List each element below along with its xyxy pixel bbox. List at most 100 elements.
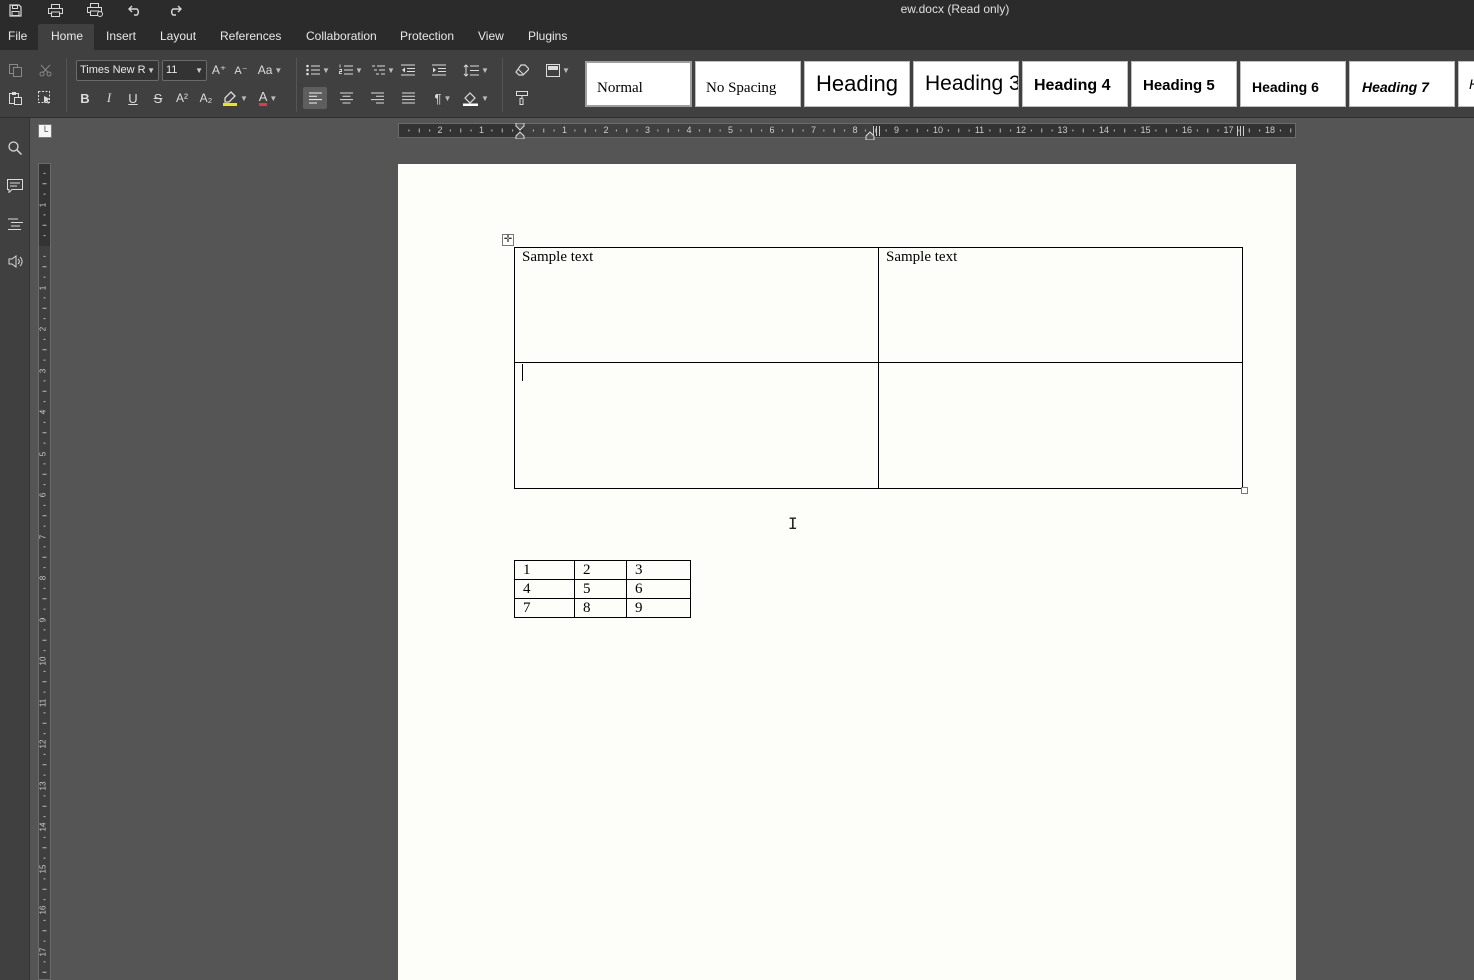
table-cell[interactable]: 6 xyxy=(626,579,691,599)
ruler-label: 12 xyxy=(38,739,48,749)
paint-bucket-icon xyxy=(463,91,479,106)
table-cell[interactable]: 4 xyxy=(514,579,575,599)
change-case-label: Aa xyxy=(257,63,273,77)
font-size-combo[interactable]: 11 ▼ xyxy=(162,60,207,81)
table-cell[interactable]: 7 xyxy=(514,598,575,618)
bold-button[interactable]: B xyxy=(73,87,97,109)
highlight-color-button[interactable]: ▼ xyxy=(220,87,250,109)
speaker-icon[interactable] xyxy=(3,250,27,272)
font-name-combo[interactable]: Times New R ▼ xyxy=(76,60,159,81)
menu-references[interactable]: References xyxy=(212,24,289,50)
table-move-handle[interactable]: ✛ xyxy=(502,234,514,246)
paragraph-marks-button[interactable]: ¶ ▼ xyxy=(428,87,458,109)
menu-collaboration[interactable]: Collaboration xyxy=(298,24,385,50)
table-cell[interactable]: 5 xyxy=(574,579,627,599)
menu-insert[interactable]: Insert xyxy=(98,24,144,50)
style-heading-3[interactable]: Heading 3 xyxy=(913,61,1019,107)
table-cell[interactable]: 9 xyxy=(626,598,691,618)
headings-icon[interactable] xyxy=(3,213,27,235)
cut-icon[interactable] xyxy=(33,59,57,81)
copy-style-button[interactable] xyxy=(510,87,534,109)
style-heading-7[interactable]: Heading 7 xyxy=(1349,61,1455,107)
menu-protection[interactable]: Protection xyxy=(392,24,462,50)
style-normal[interactable]: Normal xyxy=(585,61,692,107)
column-marker[interactable] xyxy=(873,126,882,136)
ruler-label: 5 xyxy=(38,451,48,456)
shrink-font-button[interactable]: A⁻ xyxy=(229,59,253,81)
sample-table[interactable]: Sample text Sample text xyxy=(514,247,1243,489)
table-cell[interactable]: Sample text xyxy=(514,247,879,363)
increase-indent-button[interactable] xyxy=(427,59,451,81)
first-line-indent-marker[interactable] xyxy=(515,122,525,140)
horizontal-ruler[interactable]: 2 1 1 2 3 4 5 6 7 8 9 10 11 12 13 14 15 16 17 18 xyxy=(398,122,1296,141)
menu-home[interactable]: Home xyxy=(38,24,94,50)
menu-file[interactable]: File xyxy=(0,24,35,50)
change-case-button[interactable]: Aa ▼ xyxy=(255,59,285,81)
ruler-label: 2 xyxy=(437,125,443,135)
ruler-label: 11 xyxy=(38,698,48,707)
table-resize-handle[interactable] xyxy=(1241,487,1248,494)
table-cell[interactable]: Sample text xyxy=(878,247,1243,363)
style-heading-4[interactable]: Heading 4 xyxy=(1022,61,1128,107)
font-color-button[interactable]: A ▼ xyxy=(253,87,283,109)
strikethrough-button[interactable]: S xyxy=(146,87,170,109)
menu-bar: File Home Insert Layout References Colla… xyxy=(0,20,1474,50)
align-right-button[interactable] xyxy=(365,87,389,109)
font-size-value: 11 xyxy=(166,64,178,76)
subscript-button[interactable]: A₂ xyxy=(194,87,218,109)
style-heading-8[interactable]: H xyxy=(1458,61,1474,107)
style-heading-6[interactable]: Heading 6 xyxy=(1240,61,1346,107)
underline-button[interactable]: U xyxy=(121,87,145,109)
color-scheme-button[interactable]: ▼ xyxy=(543,59,573,81)
table-row: Sample text Sample text xyxy=(514,247,1243,363)
superscript-button[interactable]: A² xyxy=(170,87,194,109)
align-center-button[interactable] xyxy=(334,87,358,109)
table-cell[interactable]: 2 xyxy=(574,560,627,580)
numbered-list-button[interactable]: ▼ xyxy=(336,59,366,81)
table-row: 1 2 3 xyxy=(514,560,691,580)
style-heading-5[interactable]: Heading 5 xyxy=(1131,61,1237,107)
style-heading-1[interactable]: Heading xyxy=(804,61,910,107)
search-icon[interactable] xyxy=(3,137,27,159)
ruler-label: 2 xyxy=(603,125,609,135)
justify-button[interactable] xyxy=(396,87,420,109)
style-no-spacing[interactable]: No Spacing xyxy=(695,61,801,107)
justify-icon xyxy=(401,92,415,104)
title-bar: ew.docx (Read only) xyxy=(0,0,1474,20)
increase-indent-icon xyxy=(432,64,446,76)
style-heading-1-label: Heading xyxy=(816,71,898,96)
multilevel-list-button[interactable]: ▼ xyxy=(368,59,398,81)
ruler-label: 5 xyxy=(727,125,733,135)
copy-icon[interactable] xyxy=(3,59,27,81)
menu-view[interactable]: View xyxy=(470,24,512,50)
format-painter-icon xyxy=(516,91,528,105)
table-cell[interactable] xyxy=(514,362,879,489)
menu-plugins[interactable]: Plugins xyxy=(520,24,575,50)
ruler-label: 2 xyxy=(38,326,48,332)
column-marker[interactable] xyxy=(1237,126,1246,136)
table-cell[interactable]: 3 xyxy=(626,560,691,580)
table-cell[interactable]: 8 xyxy=(574,598,627,618)
paste-icon[interactable] xyxy=(3,87,27,109)
decrease-indent-button[interactable] xyxy=(396,59,420,81)
table-cell[interactable]: 1 xyxy=(514,560,575,580)
menu-layout[interactable]: Layout xyxy=(152,24,204,50)
comment-icon[interactable] xyxy=(3,175,27,197)
vertical-ruler[interactable]: 1 1 2 3 4 5 6 7 8 9 10 11 12 13 14 15 16 17 xyxy=(38,163,51,980)
clear-formatting-button[interactable] xyxy=(510,59,534,81)
ruler-label: 14 xyxy=(1098,125,1109,135)
italic-button[interactable]: I xyxy=(97,87,121,109)
bullet-list-button[interactable]: ▼ xyxy=(303,59,333,81)
table-row: 7 8 9 xyxy=(514,598,691,618)
grow-font-button[interactable]: A⁺ xyxy=(207,59,231,81)
align-left-button[interactable] xyxy=(303,87,327,109)
ruler-label: 8 xyxy=(38,575,48,581)
ruler-label: 6 xyxy=(38,492,48,498)
select-all-icon[interactable] xyxy=(33,87,57,109)
number-table[interactable]: 1 2 3 4 5 6 7 8 9 xyxy=(514,560,691,618)
ruler-label: 4 xyxy=(38,409,48,415)
shading-button[interactable]: ▼ xyxy=(461,87,491,109)
line-spacing-button[interactable]: ▼ xyxy=(461,59,491,81)
table-cell[interactable] xyxy=(878,362,1243,489)
tab-stop-selector[interactable]: └ xyxy=(38,124,52,138)
